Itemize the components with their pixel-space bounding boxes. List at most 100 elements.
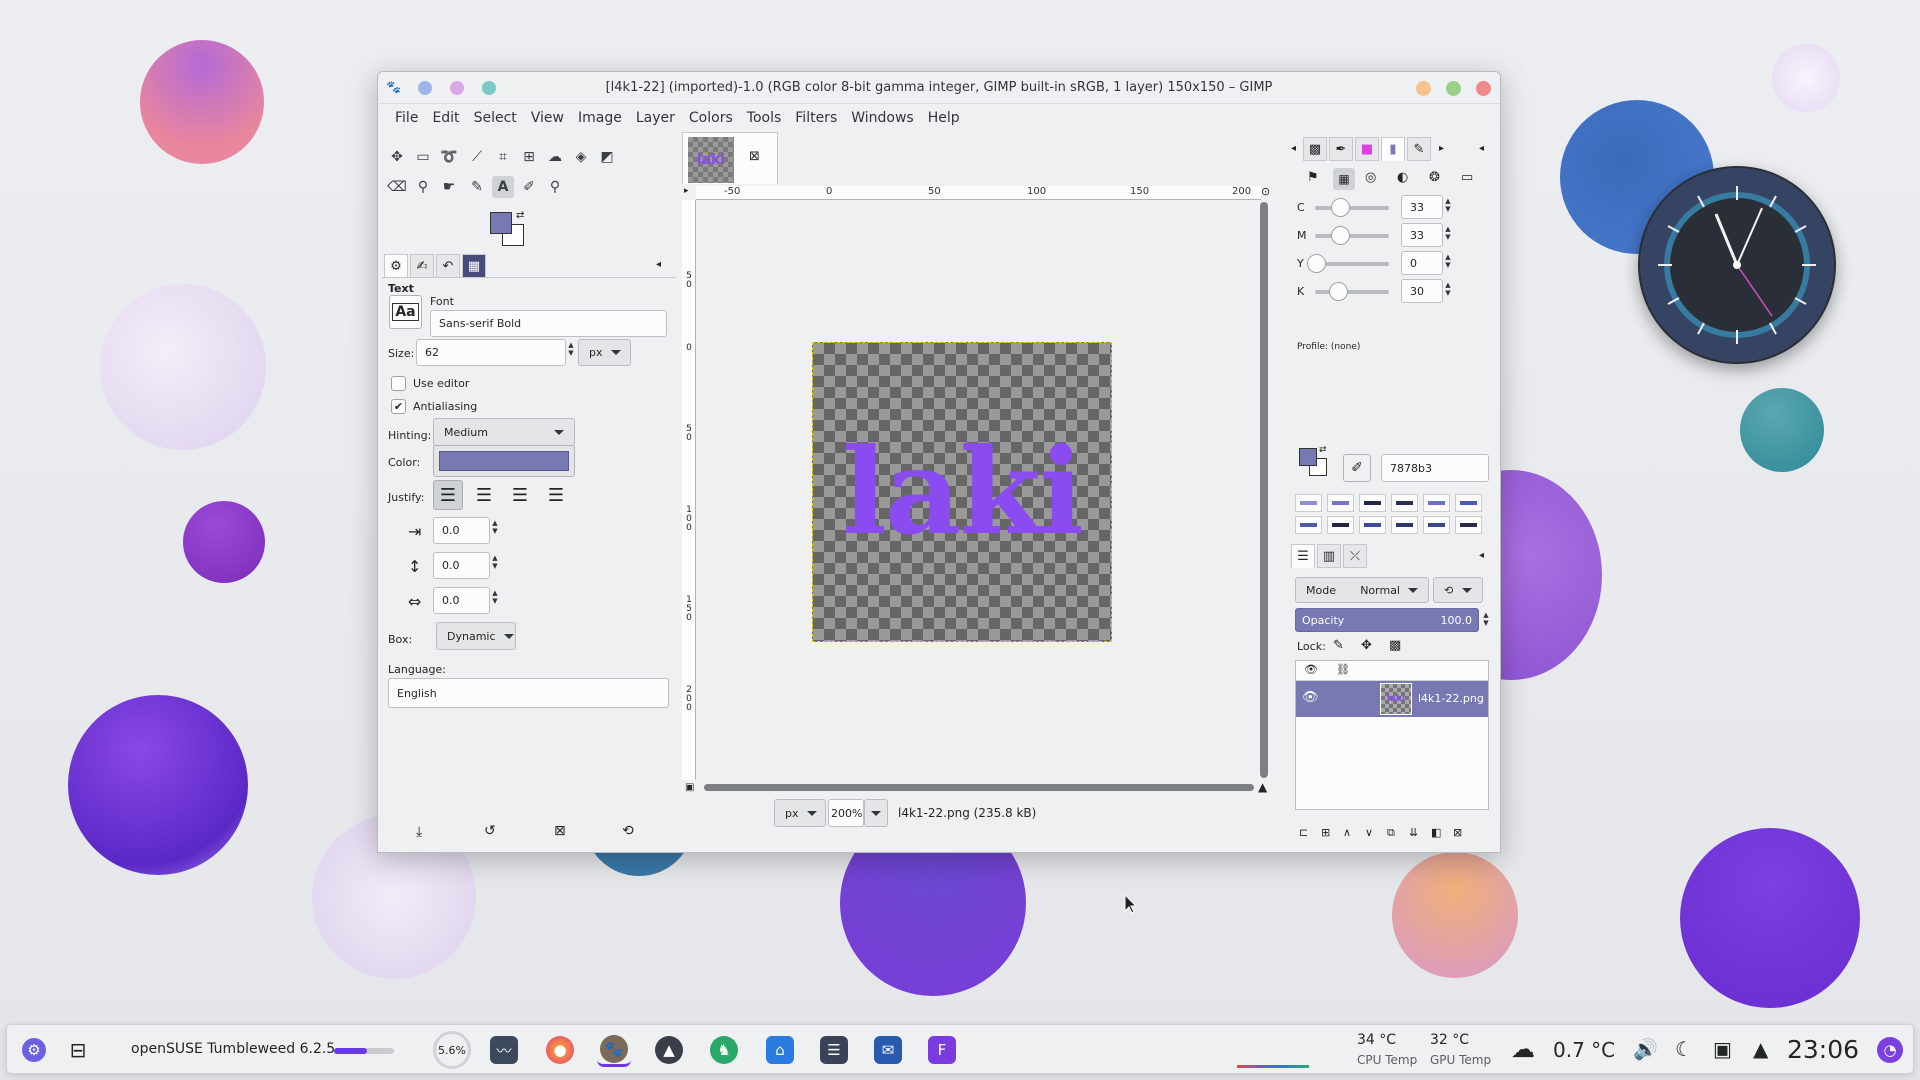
color-history-swatch[interactable] [1455,494,1482,512]
text-color-button[interactable] [433,445,575,477]
tab-undo-history[interactable]: ↶ [436,254,460,278]
color-dropper-button[interactable]: ✐ [1343,454,1371,482]
taskbar-app-discover[interactable]: ⌂ [763,1033,797,1067]
color-history-swatch[interactable] [1423,494,1450,512]
dock-menu-icon[interactable]: ◂ [656,259,661,270]
color-history-swatch[interactable] [1327,494,1354,512]
channel-slider-k[interactable] [1315,290,1389,294]
color-history-swatch[interactable] [1391,494,1418,512]
smudge-tool-icon[interactable]: ☛ [438,176,460,198]
color-history-swatch[interactable] [1295,516,1322,534]
channel-slider-c[interactable] [1315,206,1389,210]
channel-slider-m[interactable] [1315,234,1389,238]
delete-options-icon[interactable]: ⊠ [554,823,566,839]
justify-left-icon[interactable]: ☰ [433,480,463,510]
tab-paths[interactable]: ⤫ [1343,544,1367,568]
channel-value-y[interactable]: 0 [1401,251,1443,275]
show-desktop-button[interactable]: ⊟ [61,1033,95,1067]
taskbar-app-firefox[interactable]: ● [543,1033,577,1067]
swap-colors-icon[interactable]: ⇄ [516,210,524,221]
zoom-field[interactable]: 200% [828,799,864,827]
volume-icon[interactable]: 🔊 [1633,1037,1658,1061]
dock-swap-colors-icon[interactable]: ⇄ [1319,445,1327,455]
triangle-selector-icon[interactable]: ◎ [1365,170,1376,185]
layer-mode-select[interactable]: Mode Normal [1295,577,1429,603]
taskbar-app-fedora-media[interactable]: F [925,1033,959,1067]
wheel-selector-icon[interactable]: ◐ [1397,170,1408,185]
canvas-area[interactable]: laki [697,201,1257,780]
quick-mask-icon[interactable]: ▣ [685,782,694,793]
zoom-tool-icon[interactable]: ⚲ [544,176,566,198]
tab-fg-bg-color[interactable]: ▮ [1381,137,1405,161]
delete-layer-icon[interactable]: ⊠ [1453,826,1462,839]
navigate-icon[interactable]: ⊙ [1261,185,1270,198]
rect-select-tool-icon[interactable]: ▭ [412,146,434,168]
size-field[interactable]: 62 [416,339,566,366]
channel-spin-buttons[interactable]: ▲ ▼ [1443,281,1453,297]
warp-tool-icon[interactable]: ☁ [544,146,566,168]
tab-device-status[interactable]: ✍ [410,254,434,278]
menu-help[interactable]: Help [921,110,967,126]
justify-center-icon[interactable]: ☰ [505,480,535,510]
indent-field[interactable]: 0.0 [433,517,490,544]
color-history-swatch[interactable] [1455,516,1482,534]
layers-dock-menu-icon[interactable]: ◂ [1479,550,1484,561]
channel-value-k[interactable]: 30 [1401,279,1443,303]
layer-mask-icon[interactable]: ◧ [1431,826,1441,839]
gradient-tool-icon[interactable]: ◩ [596,146,618,168]
new-layer-icon[interactable]: ⊞ [1321,826,1330,839]
move-tool-icon[interactable]: ✥ [386,146,408,168]
tabs-scroll-left-icon[interactable]: ◂ [1291,143,1296,154]
weather-cloud-icon[interactable]: ☁ [1511,1035,1535,1063]
horizontal-scrollbar[interactable] [704,784,1254,791]
tab-channels[interactable]: ▥ [1317,544,1341,568]
opacity-spin-buttons[interactable]: ▲ ▼ [1481,611,1491,627]
merge-layer-icon[interactable]: ⇊ [1409,826,1418,839]
text-tool-icon[interactable]: A [492,176,514,198]
hex-color-field[interactable]: 7878b3 [1381,454,1489,482]
tab-gradients[interactable]: ■ [1355,137,1379,161]
lock-alpha-icon[interactable]: ▩ [1389,638,1401,653]
channel-spin-buttons[interactable]: ▲ ▼ [1443,197,1453,213]
hinting-select[interactable]: Medium [433,418,575,446]
close-image-tab-icon[interactable]: ⊠ [749,149,760,164]
size-spin-buttons[interactable]: ▲ ▼ [566,341,576,357]
tab-tool-options[interactable]: ⚙ [384,254,408,278]
minimize-button[interactable] [1416,81,1431,96]
taskbar-app-mastodon[interactable]: ♞ [707,1033,741,1067]
color-history-swatch[interactable] [1359,516,1386,534]
line-spacing-field[interactable]: 0.0 [433,552,490,579]
letter-spacing-field[interactable]: 0.0 [433,587,490,614]
letter-spacing-spin-buttons[interactable]: ▲ ▼ [490,589,500,605]
cpu-monitor[interactable]: 5.6% [433,1031,471,1069]
night-color-icon[interactable]: ☾ [1675,1037,1693,1061]
menu-select[interactable]: Select [467,110,524,126]
taskbar-app-gimp[interactable]: 🐾 [597,1033,631,1067]
zoom-select-button[interactable] [864,799,888,827]
color-history-swatch[interactable] [1423,516,1450,534]
taskbar-app-inkscape[interactable]: ▲ [652,1033,686,1067]
menu-filters[interactable]: Filters [788,110,844,126]
justify-right-icon[interactable]: ☰ [469,480,499,510]
use-editor-checkbox[interactable] [391,376,406,391]
save-options-icon[interactable]: ⤓ [416,824,422,840]
unit-select[interactable]: px [774,799,826,827]
raise-layer-icon[interactable]: ∧ [1343,826,1351,839]
font-field[interactable]: Sans-serif Bold [430,310,667,337]
clock-time[interactable]: 23:06 [1787,1035,1859,1064]
image-canvas[interactable]: laki [812,342,1112,642]
foreground-color-swatch[interactable] [490,212,512,234]
indent-spin-buttons[interactable]: ▲ ▼ [490,519,500,535]
app-launcher-button[interactable]: ⚙ [17,1033,51,1067]
menu-file[interactable]: File [388,110,425,126]
tab-edit-color[interactable]: ✎ [1407,137,1431,161]
menu-windows[interactable]: Windows [844,110,921,126]
color-history-swatch[interactable] [1391,516,1418,534]
weather-temp[interactable]: 0.7 °C [1553,1038,1615,1062]
menu-image[interactable]: Image [571,110,629,126]
eraser-tool-icon[interactable]: ⌫ [386,176,408,198]
size-unit-select[interactable]: px [578,339,631,366]
title-bar[interactable]: 🐾 [l4k1-22] (imported)-1.0 (RGB color 8-… [378,72,1500,104]
watercolor-selector-icon[interactable]: ❂ [1429,170,1440,185]
composite-mode-select[interactable]: ⟲ [1433,577,1483,603]
